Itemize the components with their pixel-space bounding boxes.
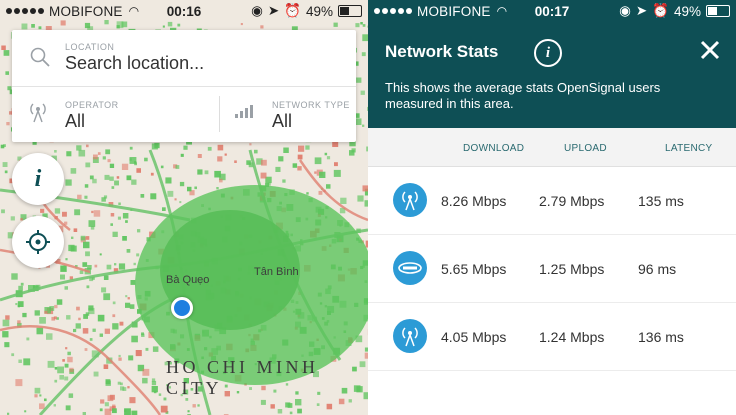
column-download: DOWNLOAD — [463, 143, 525, 154]
map-label-ba-queo: Bà Quẹo — [166, 274, 210, 286]
signal-strength-icon — [6, 8, 44, 14]
filter-row: OPERATOR All NETWORK TYPE All — [12, 86, 356, 142]
map-label-city: HO CHI MINH CITY — [166, 357, 319, 398]
network-type-value: All — [272, 111, 293, 131]
upload-value: 2.79 Mbps — [539, 193, 605, 209]
carrier-name: MOBIFONE — [49, 3, 123, 19]
table-header: DOWNLOAD UPLOAD LATENCY — [368, 128, 736, 167]
operator-logo-icon — [393, 251, 427, 285]
network-type-label: NETWORK TYPE — [272, 100, 350, 110]
wifi-icon: ◠ — [496, 4, 508, 18]
table-row[interactable]: 4.05 Mbps 1.24 Mbps 136 ms — [368, 303, 736, 371]
network-type-filter[interactable]: NETWORK TYPE All — [220, 86, 356, 142]
clock: 00:17 — [534, 3, 570, 19]
signal-bars-icon — [235, 105, 253, 118]
stats-description: This shows the average stats OpenSignal … — [385, 80, 661, 111]
download-value: 5.65 Mbps — [441, 261, 507, 277]
battery-percent: 49% — [305, 3, 333, 19]
table-row[interactable]: 8.26 Mbps 2.79 Mbps 135 ms — [368, 167, 736, 235]
map-label-tan-binh: Tân Bình — [254, 266, 299, 278]
battery-percent: 49% — [673, 3, 701, 19]
download-value: 8.26 Mbps — [441, 193, 507, 209]
network-stats-screen: MOBIFONE ◠ 00:17 ◉ ➤ ⏰ 49% Network Stats… — [368, 0, 736, 415]
battery-icon — [338, 5, 362, 17]
latency-value: 135 ms — [638, 193, 684, 209]
signal-strength-icon — [374, 8, 412, 14]
signal-tower-icon — [393, 183, 427, 217]
rotation-lock-icon: ◉ — [619, 3, 631, 18]
search-location-input[interactable]: Search location... — [65, 53, 204, 74]
alarm-icon: ⏰ — [652, 3, 669, 18]
rotation-lock-icon: ◉ — [251, 3, 263, 18]
crosshair-icon — [26, 230, 50, 254]
location-arrow-icon: ➤ — [635, 3, 648, 18]
latency-value: 96 ms — [638, 261, 677, 277]
stats-header: MOBIFONE ◠ 00:17 ◉ ➤ ⏰ 49% Network Stats… — [368, 0, 736, 128]
table-row[interactable]: 5.65 Mbps 1.25 Mbps 96 ms — [368, 235, 736, 303]
signal-tower-icon — [393, 319, 427, 353]
map-screen: MOBIFONE ◠ 00:16 ◉ ➤ ⏰ 49% LOCATION Sear… — [0, 0, 368, 415]
operator-label: OPERATOR — [65, 100, 119, 110]
location-label: LOCATION — [65, 42, 115, 52]
operator-value: All — [65, 111, 86, 131]
location-search[interactable]: LOCATION Search location... — [12, 30, 356, 87]
status-bar: MOBIFONE ◠ 00:17 ◉ ➤ ⏰ 49% — [368, 0, 736, 22]
clock: 00:16 — [166, 3, 202, 19]
info-icon[interactable]: i — [534, 39, 562, 67]
filter-card: LOCATION Search location... OPERATOR All — [12, 30, 356, 142]
column-latency: LATENCY — [665, 143, 713, 154]
location-arrow-icon: ➤ — [267, 3, 280, 18]
info-icon: i — [34, 165, 42, 192]
alarm-icon: ⏰ — [284, 3, 301, 18]
operator-filter[interactable]: OPERATOR All — [12, 86, 218, 142]
battery-icon — [706, 5, 730, 17]
carrier-name: MOBIFONE — [417, 3, 491, 19]
status-bar: MOBIFONE ◠ 00:16 ◉ ➤ ⏰ 49% — [0, 0, 368, 22]
current-location-marker — [171, 297, 193, 319]
info-button[interactable]: i — [12, 153, 64, 205]
wifi-icon: ◠ — [128, 4, 140, 18]
latency-value: 136 ms — [638, 329, 684, 345]
search-icon — [30, 47, 50, 67]
my-location-button[interactable] — [12, 216, 64, 268]
column-upload: UPLOAD — [564, 143, 607, 154]
download-value: 4.05 Mbps — [441, 329, 507, 345]
page-title: Network Stats — [385, 42, 499, 61]
upload-value: 1.25 Mbps — [539, 261, 605, 277]
close-icon[interactable] — [700, 40, 720, 60]
signal-tower-icon — [30, 103, 46, 123]
upload-value: 1.24 Mbps — [539, 329, 605, 345]
